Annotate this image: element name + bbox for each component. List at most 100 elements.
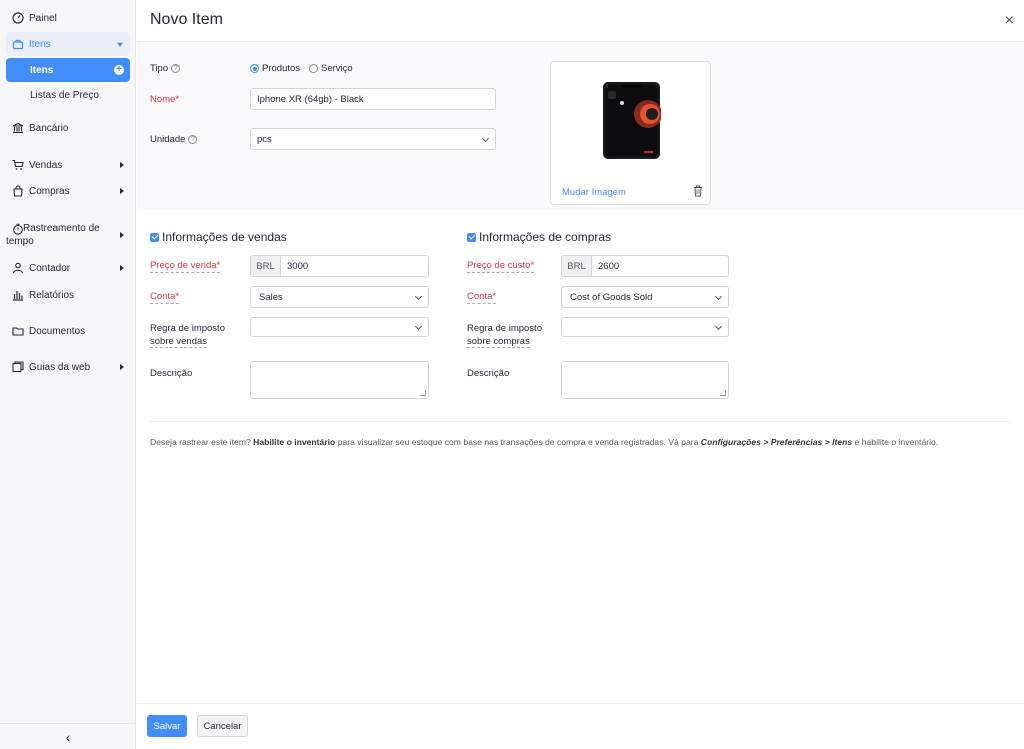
stopwatch-icon <box>12 223 24 235</box>
cancel-button[interactable]: Cancelar <box>197 715 248 737</box>
sales-price-input[interactable]: BRL 3000 <box>250 255 429 277</box>
collapse-sidebar-button[interactable]: ‹ <box>0 723 136 749</box>
chevron-down-icon <box>414 322 423 331</box>
sales-description-textarea[interactable] <box>250 361 429 399</box>
bag-icon <box>12 185 24 197</box>
nome-input[interactable]: Iphone XR (64gb) - Black <box>250 88 496 110</box>
radio-label: Serviço <box>321 63 353 74</box>
basket-icon <box>12 38 24 50</box>
folder-icon <box>12 325 24 337</box>
item-image-box: Mudar Imagem <box>550 61 711 205</box>
sidebar-item-itens[interactable]: Itens + <box>6 58 130 82</box>
unidade-select[interactable]: pcs <box>250 128 496 150</box>
sidebar-item-relatorios[interactable]: Relatórios <box>6 283 130 307</box>
chevron-down-icon <box>117 42 123 47</box>
sidebar-item-rastreamento[interactable]: Rastreamento de tempo <box>6 220 130 250</box>
sidebar-item-bancario[interactable]: Bancário <box>6 116 130 140</box>
sidebar-item-compras[interactable]: Compras <box>6 179 130 203</box>
radio-produtos[interactable]: Produtos <box>250 63 300 74</box>
change-image-link[interactable]: Mudar Imagem <box>562 187 626 198</box>
chevron-down-icon <box>481 134 490 143</box>
sales-price-value: 3000 <box>287 260 309 272</box>
checkbox-checked-icon[interactable] <box>467 232 476 242</box>
accountant-icon <box>12 262 24 274</box>
reports-icon <box>12 289 24 301</box>
divider <box>150 421 1012 422</box>
section-title: Informações de vendas <box>162 230 287 244</box>
purchase-tax-label: Regra de imposto sobre compras <box>467 323 542 348</box>
unidade-label: Unidade? <box>150 134 198 145</box>
sales-info-heading[interactable]: Informações de vendas <box>150 230 287 244</box>
sidebar-item-label: Guias da web <box>29 361 91 373</box>
nome-value: Iphone XR (64gb) - Black <box>257 93 364 105</box>
purchase-info-heading[interactable]: Informações de compras <box>467 230 611 244</box>
unidade-value: pcs <box>257 133 272 145</box>
bank-icon <box>12 122 24 134</box>
add-item-icon[interactable]: + <box>114 65 124 75</box>
sales-account-label: Conta* <box>150 291 180 304</box>
tipo-label: Tipo? <box>150 63 181 74</box>
purchase-price-input[interactable]: BRL 2600 <box>561 255 729 277</box>
header: Novo Item × <box>137 0 1024 42</box>
radio-servico[interactable]: Serviço <box>309 63 353 74</box>
checkbox-checked-icon[interactable] <box>150 232 159 242</box>
purchase-price-label: Preço de custo* <box>467 260 535 273</box>
purchase-account-select[interactable]: Cost of Goods Sold <box>561 286 729 308</box>
purchase-tax-select[interactable] <box>561 317 729 337</box>
web-tabs-icon <box>12 361 24 373</box>
chevron-right-icon <box>120 162 124 168</box>
sales-account-select[interactable]: Sales <box>250 286 429 308</box>
chevron-down-icon <box>714 322 723 331</box>
settings-path: Configurações > Preferências > Itens <box>700 437 853 447</box>
purchase-price-value: 2600 <box>598 260 620 272</box>
footer: Salvar Cancelar <box>137 703 1024 749</box>
sales-tax-label: Regra de imposto sobre vendas <box>150 323 225 348</box>
help-icon[interactable]: ? <box>188 134 198 144</box>
sidebar-item-documentos[interactable]: Documentos <box>6 319 130 343</box>
nome-label: Nome* <box>150 94 180 105</box>
chevron-down-icon <box>414 292 423 301</box>
radio-unselected-icon <box>309 64 318 73</box>
trash-icon[interactable] <box>693 185 703 197</box>
sidebar-item-label: Listas de Preço <box>30 89 99 101</box>
purchase-description-label: Descrição <box>467 368 510 379</box>
sidebar-item-label: Bancário <box>29 122 69 134</box>
sales-tax-select[interactable] <box>250 317 429 337</box>
sidebar-item-vendas[interactable]: Vendas <box>6 153 130 177</box>
chevron-right-icon <box>120 188 124 194</box>
enable-inventory-text: Habilite o inventário <box>253 437 336 447</box>
sidebar-item-contador[interactable]: Contador <box>6 256 130 280</box>
sidebar-item-label: Vendas <box>29 159 63 171</box>
purchase-account-value: Cost of Goods Sold <box>570 291 653 303</box>
sidebar-item-label: Contador <box>29 262 71 274</box>
sidebar-item-guias-da-web[interactable]: Guias da web <box>6 355 130 379</box>
chevron-right-icon <box>120 364 124 370</box>
page-title: Novo Item <box>150 11 223 28</box>
close-icon[interactable]: × <box>1005 13 1014 29</box>
chevron-right-icon <box>120 232 124 238</box>
radio-label: Produtos <box>262 63 301 74</box>
radio-selected-icon <box>250 64 259 73</box>
section-title: Informações de compras <box>479 230 612 244</box>
sales-price-label: Preço de venda* <box>150 260 221 273</box>
product-image <box>603 82 661 159</box>
main-content: Novo Item × Tipo? Produtos Serviço Nome*… <box>137 0 1024 749</box>
sales-account-value: Sales <box>259 291 283 303</box>
dashboard-icon <box>12 12 24 24</box>
save-button[interactable]: Salvar <box>147 715 187 737</box>
sidebar-item-label: Painel <box>29 12 57 24</box>
purchase-description-textarea[interactable] <box>561 361 729 399</box>
sidebar-item-itens-group[interactable]: Itens <box>6 32 130 56</box>
sidebar-item-label: Compras <box>29 185 70 197</box>
sidebar: Painel Itens Itens + Listas de Preço Ban… <box>0 0 136 749</box>
cart-icon <box>12 159 24 171</box>
purchase-account-label: Conta* <box>467 291 497 304</box>
sidebar-item-listas-de-preco[interactable]: Listas de Preço <box>6 83 130 107</box>
help-icon[interactable]: ? <box>171 63 181 73</box>
currency-prefix: BRL <box>562 256 592 276</box>
chevron-left-icon: ‹ <box>65 728 71 745</box>
inventory-note: Deseja rastrear este item? Habilite o in… <box>150 437 939 447</box>
sidebar-item-painel[interactable]: Painel <box>6 6 130 30</box>
sidebar-item-label: Itens <box>30 64 54 76</box>
sales-description-label: Descrição <box>150 368 193 379</box>
